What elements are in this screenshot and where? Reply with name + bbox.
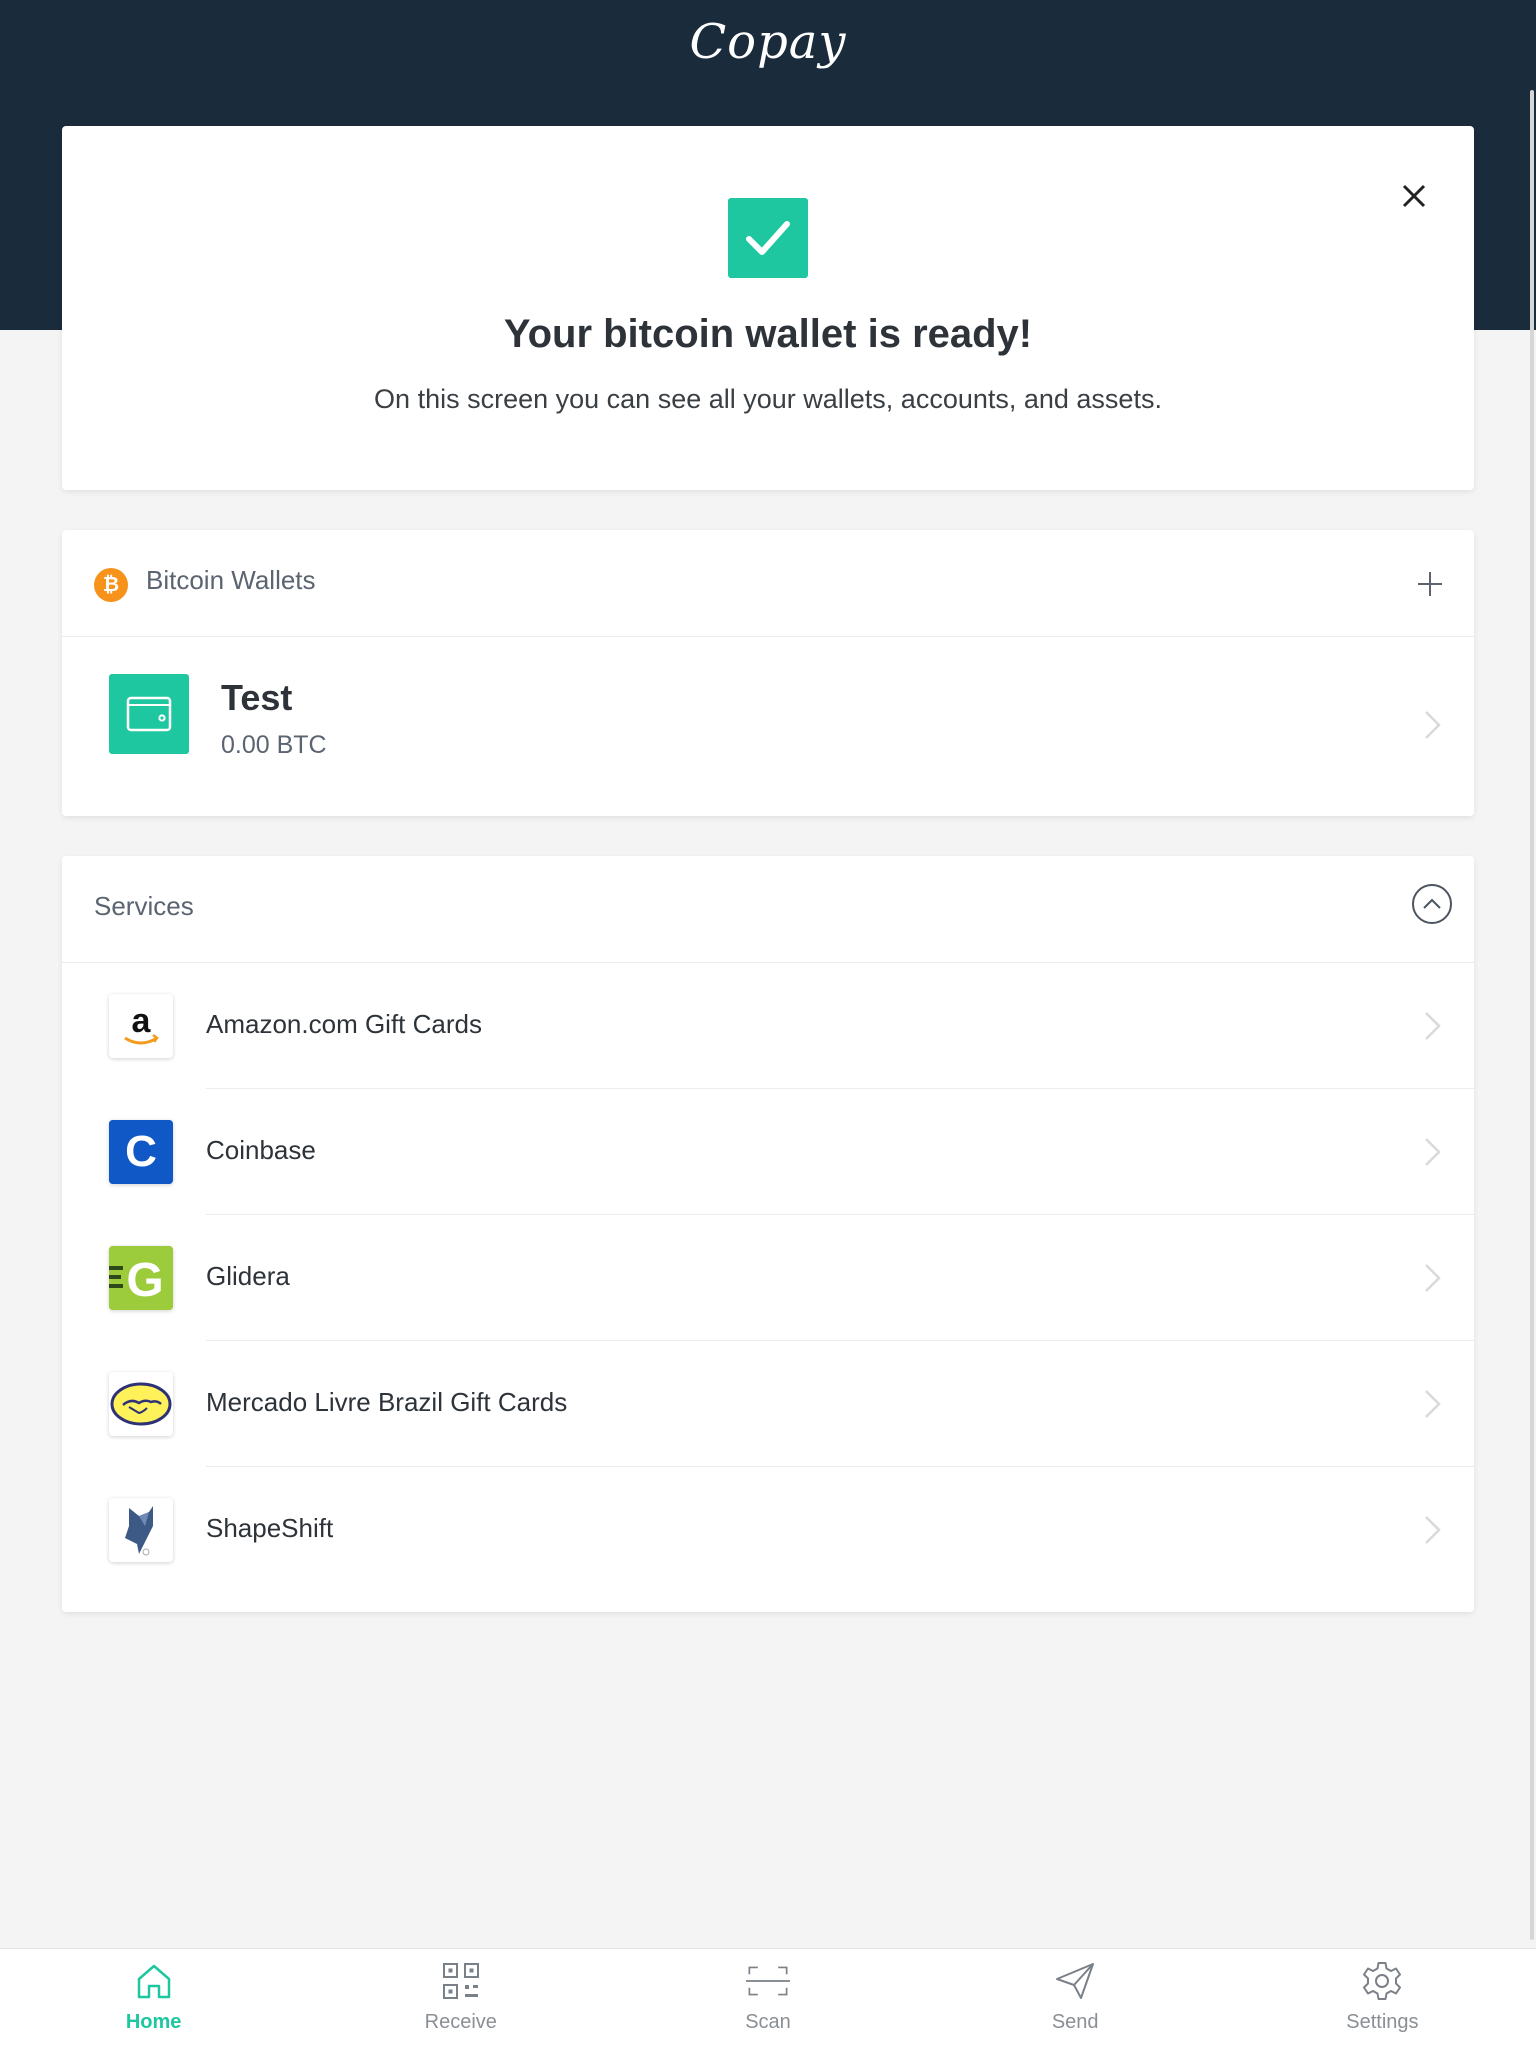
services-card: Services a Amazon.com Gift Cards C Coinb… bbox=[62, 856, 1474, 1612]
chevron-up-icon bbox=[1423, 898, 1441, 909]
service-list: a Amazon.com Gift Cards C Coinbase G Gli… bbox=[62, 963, 1474, 1593]
bitcoin-wallets-card: ₿ Bitcoin Wallets Test 0.00 BTC bbox=[62, 530, 1474, 816]
chevron-right-icon bbox=[1425, 1012, 1441, 1040]
service-item-coinbase[interactable]: C Coinbase bbox=[62, 1089, 1474, 1215]
bottom-nav: Home Receive Scan Send Settings bbox=[0, 1948, 1536, 2048]
service-item-glidera[interactable]: G Glidera bbox=[62, 1215, 1474, 1341]
service-item-amazon[interactable]: a Amazon.com Gift Cards bbox=[62, 963, 1474, 1089]
coinbase-logo-icon: C bbox=[109, 1120, 173, 1184]
svg-text:C: C bbox=[125, 1127, 157, 1176]
nav-label: Receive bbox=[424, 2011, 497, 2033]
chevron-right-icon bbox=[1425, 1264, 1441, 1292]
scan-icon bbox=[746, 1959, 790, 2003]
service-item-mercado-livre[interactable]: Mercado Livre Brazil Gift Cards bbox=[62, 1341, 1474, 1467]
svg-text:G: G bbox=[126, 1254, 163, 1307]
nav-label: Send bbox=[1051, 2011, 1099, 2033]
ready-subtitle: On this screen you can see all your wall… bbox=[374, 384, 1162, 414]
amazon-logo-icon: a bbox=[109, 994, 173, 1058]
chevron-right-icon bbox=[1425, 1390, 1441, 1418]
service-label: Glidera bbox=[206, 1261, 290, 1291]
services-header: Services bbox=[62, 856, 1474, 963]
nav-receive[interactable]: Receive bbox=[307, 1949, 614, 2048]
services-title: Services bbox=[94, 891, 194, 921]
chevron-right-icon bbox=[1425, 711, 1441, 739]
service-label: Amazon.com Gift Cards bbox=[206, 1009, 482, 1039]
send-icon bbox=[1053, 1959, 1097, 2003]
shapeshift-logo-icon bbox=[109, 1498, 173, 1562]
service-label: ShapeShift bbox=[206, 1513, 334, 1543]
home-icon bbox=[132, 1959, 176, 2003]
wallet-balance: 0.00 BTC bbox=[221, 731, 327, 759]
plus-icon bbox=[1418, 572, 1442, 596]
service-label: Mercado Livre Brazil Gift Cards bbox=[206, 1387, 568, 1417]
nav-send[interactable]: Send bbox=[922, 1949, 1229, 2048]
close-icon[interactable] bbox=[1394, 176, 1434, 216]
gear-icon bbox=[1360, 1959, 1404, 2003]
service-item-shapeshift[interactable]: ShapeShift bbox=[62, 1467, 1474, 1593]
nav-home[interactable]: Home bbox=[0, 1949, 307, 2048]
service-label: Coinbase bbox=[206, 1135, 316, 1165]
nav-label: Scan bbox=[745, 2011, 791, 2033]
glidera-logo-icon: G bbox=[109, 1246, 173, 1310]
nav-label: Settings bbox=[1346, 2011, 1419, 2033]
app-logo: Copay bbox=[689, 14, 847, 70]
collapse-services-button[interactable] bbox=[1412, 884, 1452, 924]
wallet-name: Test bbox=[221, 677, 293, 718]
nav-scan[interactable]: Scan bbox=[614, 1949, 921, 2048]
wallet-ready-card: Your bitcoin wallet is ready! On this sc… bbox=[62, 126, 1474, 490]
mercado-livre-logo-icon bbox=[109, 1372, 173, 1436]
svg-text:a: a bbox=[132, 1002, 152, 1040]
ready-title: Your bitcoin wallet is ready! bbox=[503, 312, 1033, 356]
wallets-title: Bitcoin Wallets bbox=[146, 565, 316, 595]
scrollbar[interactable] bbox=[1530, 90, 1534, 1940]
nav-settings[interactable]: Settings bbox=[1229, 1949, 1536, 2048]
wallets-header: ₿ Bitcoin Wallets bbox=[62, 530, 1474, 637]
app-root: Copay Your bitcoin wallet is ready! On t… bbox=[0, 0, 1536, 2048]
nav-label: Home bbox=[125, 2011, 182, 2033]
chevron-right-icon bbox=[1425, 1516, 1441, 1544]
wallet-icon bbox=[109, 674, 189, 754]
wallet-item-test[interactable]: Test 0.00 BTC bbox=[62, 637, 1474, 816]
check-icon bbox=[728, 198, 808, 278]
chevron-right-icon bbox=[1425, 1138, 1441, 1166]
add-wallet-button[interactable] bbox=[1406, 560, 1454, 608]
bitcoin-icon: ₿ bbox=[94, 568, 128, 602]
qr-code-icon bbox=[439, 1959, 483, 2003]
